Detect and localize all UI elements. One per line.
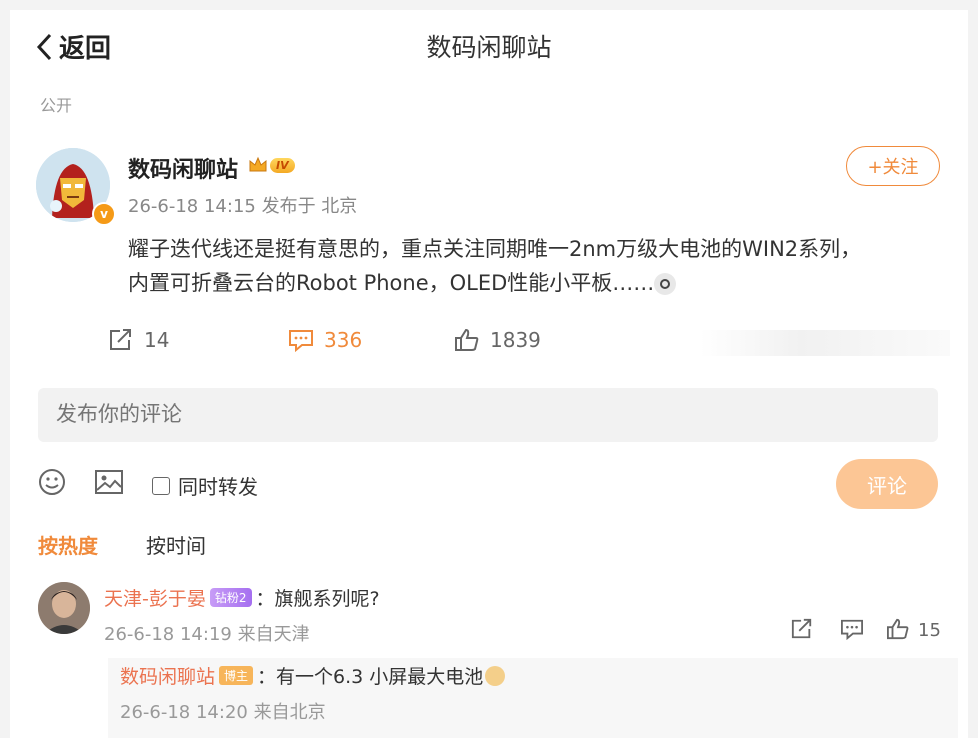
crown-icon <box>249 156 267 172</box>
post-content: 耀子迭代线还是挺有意思的，重点关注同期唯一2nm万级大电池的WIN2系列， 内置… <box>128 232 948 300</box>
comment-like-button[interactable] <box>886 618 910 644</box>
image-button[interactable] <box>94 468 124 500</box>
repost-checkbox-label: 同时转发 <box>178 475 258 499</box>
user-level-badge: IV <box>248 156 295 174</box>
blurred-region <box>700 330 950 356</box>
reply-text: ：有一个6.3 小屏最大电池 <box>257 666 484 688</box>
reply-line: 数码闲聊站 博主 ：有一个6.3 小屏最大电池 <box>120 662 506 689</box>
repost-checkbox[interactable]: 同时转发 <box>152 471 258 500</box>
checkbox-box[interactable] <box>152 476 170 495</box>
comment-text: ：旗舰系列呢? <box>255 588 380 610</box>
like-icon <box>455 328 479 351</box>
fan-badge: 钻粉2 <box>209 588 252 607</box>
comment-meta: 26-6-18 14:19 来自天津 <box>104 624 310 645</box>
sort-by-hot-tab[interactable]: 按热度 <box>38 530 98 559</box>
comment-icon <box>289 330 313 352</box>
comment-repost-button[interactable] <box>790 618 814 644</box>
comment-input[interactable] <box>38 388 938 442</box>
like-button[interactable]: 1839 <box>454 328 541 352</box>
post-content-line: 耀子迭代线还是挺有意思的，重点关注同期唯一2nm万级大电池的WIN2系列， <box>128 237 862 261</box>
emoji-button[interactable] <box>38 468 66 500</box>
repost-icon <box>791 618 812 639</box>
level-text: IV <box>270 157 295 173</box>
author-name[interactable]: 数码闲聊站 <box>128 152 238 184</box>
verified-badge: v <box>92 202 116 226</box>
image-icon <box>95 470 123 494</box>
smiley-icon <box>39 469 65 495</box>
post-content-line: 内置可折叠云台的Robot Phone，OLED性能小平板…… <box>128 271 655 295</box>
post-meta: 26-6-18 14:15 发布于 北京 <box>128 196 358 217</box>
comment-line: 天津-彭于晏 钻粉2 ：旗舰系列呢? <box>104 584 380 611</box>
comment-username[interactable]: 天津-彭于晏 <box>104 584 206 611</box>
comment-reply-button[interactable] <box>840 618 864 644</box>
like-count: 1839 <box>490 328 541 352</box>
page-title: 数码闲聊站 <box>426 33 552 62</box>
owner-badge: 博主 <box>219 666 254 685</box>
submit-comment-button[interactable]: 评论 <box>836 459 938 509</box>
visibility-label: 公开 <box>40 96 73 115</box>
comment-icon <box>841 619 863 641</box>
post-detail-card: 返回 数码闲聊站 公开 v 数码闲聊站 IV 26-6-18 14:15 发布于… <box>10 10 968 738</box>
reply-username[interactable]: 数码闲聊站 <box>120 662 215 689</box>
sort-by-time-tab[interactable]: 按时间 <box>146 530 206 559</box>
comment-button[interactable]: 336 <box>288 328 362 352</box>
comment-like-count: 15 <box>918 620 941 641</box>
comment-count: 336 <box>324 328 363 352</box>
reply-meta: 26-6-18 14:20 来自北京 <box>120 702 326 723</box>
repost-count: 14 <box>144 328 170 352</box>
repost-button[interactable]: 14 <box>108 328 169 352</box>
doge-emoji-icon <box>485 665 506 686</box>
avatar-image <box>38 582 90 634</box>
avatar[interactable] <box>38 582 90 634</box>
repost-icon <box>110 329 131 350</box>
follow-button[interactable]: +关注 <box>846 146 940 186</box>
like-icon <box>887 618 909 640</box>
emoji-icon <box>654 273 677 295</box>
